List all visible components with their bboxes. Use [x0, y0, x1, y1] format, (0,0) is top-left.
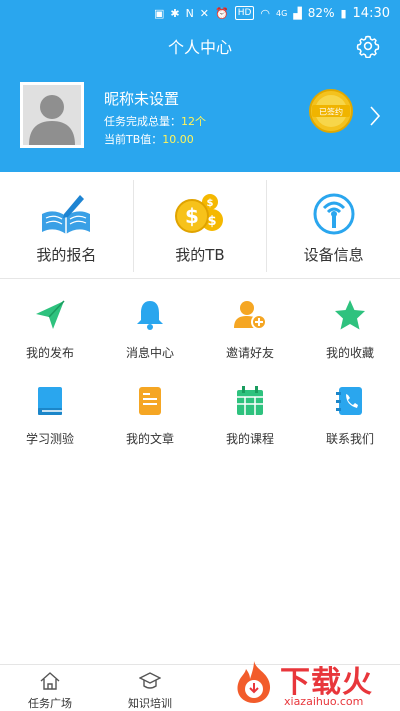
- clock: 14:30: [352, 5, 390, 21]
- device-info-button[interactable]: 设备信息: [266, 180, 400, 272]
- tb-value-number: 10.00: [162, 133, 194, 146]
- signal-icon: ▟: [293, 6, 302, 20]
- my-signups-label: 我的报名: [36, 246, 97, 264]
- watermark-url: xiazaihuo.com: [284, 695, 364, 708]
- device-signal-icon: [313, 193, 355, 235]
- task-count: 任务完成总量：12个: [104, 113, 206, 129]
- flame-logo-icon: [237, 661, 271, 703]
- battery-percent: 82%: [307, 6, 335, 20]
- my-courses-button[interactable]: 我的课程: [200, 378, 300, 458]
- watermark: 下载火 xiazaihuo.com: [234, 655, 400, 711]
- task-count-label: 任务完成总量：: [104, 115, 181, 128]
- alarm-icon: ⏰: [215, 6, 229, 20]
- tab-task-square-label: 任务广场: [28, 697, 72, 710]
- invite-friends-label: 邀请好友: [225, 346, 274, 360]
- phone-book-icon: [336, 387, 362, 415]
- profile-card[interactable]: 昵称未设置 任务完成总量：12个 当前TB值：10.00 已签约: [20, 82, 390, 150]
- my-tb-button[interactable]: $ $ $ 我的TB: [132, 180, 267, 272]
- tab-knowledge-training-label: 知识培训: [128, 697, 172, 710]
- tab-task-square[interactable]: 任务广场: [0, 665, 100, 711]
- page-title: 个人中心: [167, 38, 232, 57]
- my-articles-label: 我的文章: [125, 432, 174, 446]
- svg-text:$: $: [207, 198, 214, 209]
- signed-badge: 已签约: [309, 89, 353, 133]
- paper-plane-icon: [36, 300, 65, 329]
- coins-icon: $ $ $: [175, 194, 223, 233]
- study-quiz-button[interactable]: 学习测验: [0, 378, 100, 458]
- invite-friends-button[interactable]: 邀请好友: [200, 292, 300, 372]
- bluetooth-icon: ✱: [170, 6, 180, 20]
- book-pen-icon: [42, 195, 91, 234]
- main-shortcuts: 我的报名 $ $ $ 我的TB 设备信息: [0, 180, 400, 272]
- document-icon: [139, 387, 161, 415]
- message-center-label: 消息中心: [125, 346, 174, 360]
- section-divider: [0, 278, 400, 279]
- my-courses-label: 我的课程: [225, 432, 274, 446]
- tab-knowledge-training[interactable]: 知识培训: [100, 665, 200, 711]
- calendar-icon: [237, 386, 263, 415]
- add-user-icon: [234, 301, 267, 330]
- my-articles-button[interactable]: 我的文章: [100, 378, 200, 458]
- my-tb-label: 我的TB: [175, 246, 225, 264]
- graduation-cap-icon: [139, 672, 161, 689]
- sim-icon: ▣: [153, 6, 165, 20]
- tb-value-label: 当前TB值：: [104, 133, 163, 146]
- my-favorites-button[interactable]: 我的收藏: [300, 292, 400, 372]
- profile-header: ▣ ✱ N ✕ ⏰ HD ◠ 4G ▟ 82% ▮ 14:30 个人中心 昵称未…: [0, 0, 400, 172]
- network-type: 4G: [276, 8, 288, 18]
- star-icon: [335, 300, 365, 330]
- mute-icon: ✕: [199, 6, 210, 20]
- chevron-right-icon[interactable]: [368, 104, 382, 128]
- message-center-button[interactable]: 消息中心: [100, 292, 200, 372]
- my-posts-label: 我的发布: [25, 346, 74, 360]
- bell-icon: [137, 301, 163, 330]
- hd-indicator: HD: [234, 6, 255, 20]
- nfc-indicator: N: [185, 6, 194, 20]
- nickname: 昵称未设置: [104, 90, 180, 108]
- my-signups-button[interactable]: 我的报名: [0, 180, 133, 272]
- badge-text: 已签约: [319, 107, 343, 117]
- my-posts-button[interactable]: 我的发布: [0, 292, 100, 372]
- svg-text:$: $: [207, 214, 216, 229]
- study-quiz-label: 学习测验: [25, 432, 74, 446]
- avatar[interactable]: [20, 82, 84, 148]
- wifi-icon: ◠: [260, 6, 271, 20]
- contact-us-button[interactable]: 联系我们: [300, 378, 400, 458]
- gear-icon[interactable]: [356, 34, 380, 58]
- device-info-label: 设备信息: [303, 246, 364, 264]
- contact-us-label: 联系我们: [325, 432, 374, 446]
- notebook-icon: [38, 387, 62, 415]
- default-user-icon: [23, 85, 81, 145]
- tb-value: 当前TB值：10.00: [104, 131, 194, 147]
- svg-text:$: $: [185, 204, 199, 228]
- home-icon: [40, 672, 60, 690]
- status-bar: ▣ ✱ N ✕ ⏰ HD ◠ 4G ▟ 82% ▮ 14:30: [0, 0, 400, 26]
- task-count-value: 12个: [181, 115, 206, 128]
- battery-icon: ▮: [340, 6, 347, 20]
- my-favorites-label: 我的收藏: [325, 346, 374, 360]
